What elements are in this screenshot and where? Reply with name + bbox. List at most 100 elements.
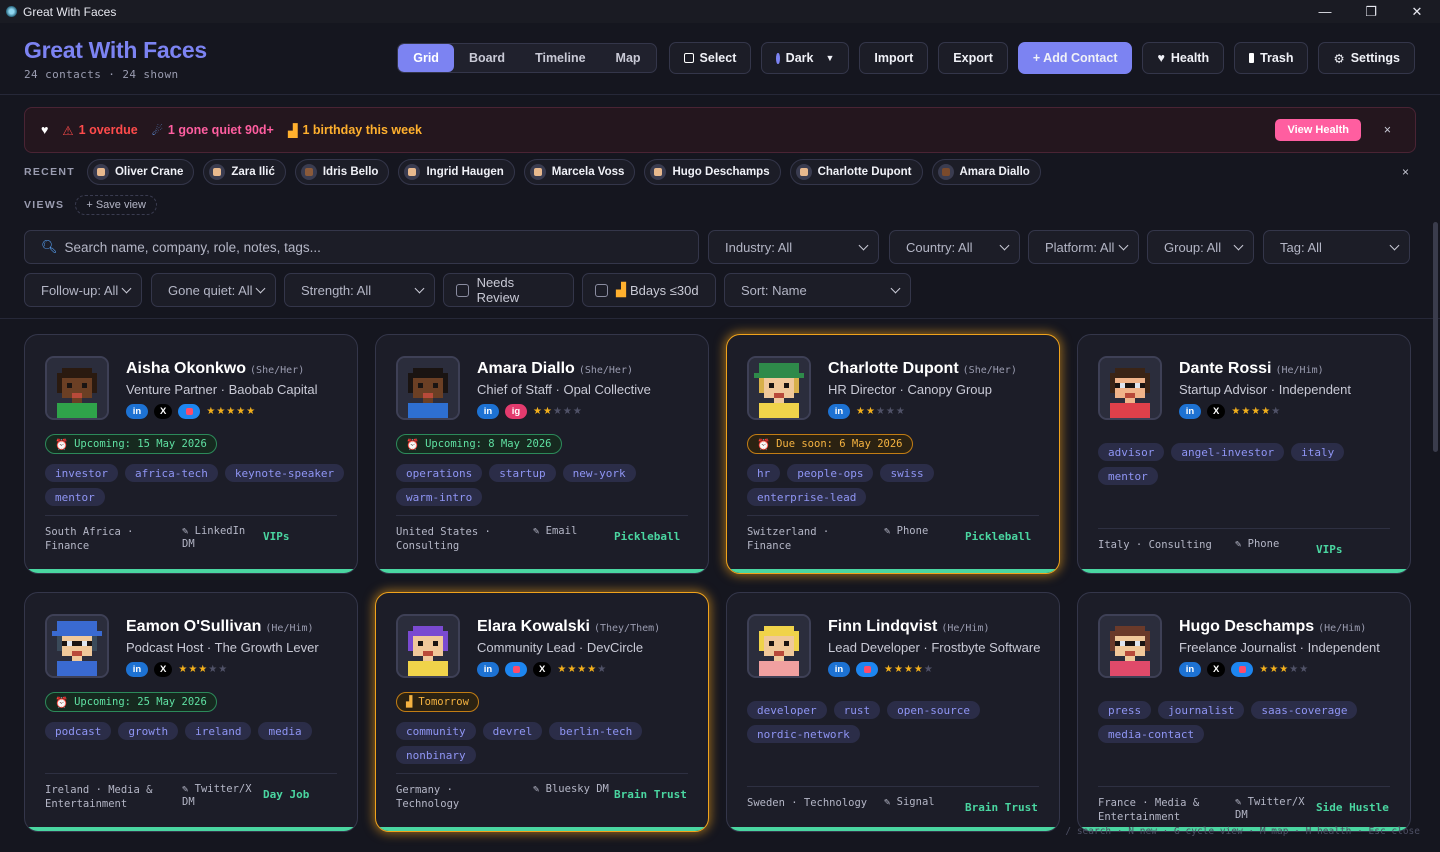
sort-select[interactable]: Sort: Name — [724, 273, 911, 307]
ig-social-icon[interactable]: ig — [505, 404, 527, 419]
tag-chip[interactable]: investor — [45, 464, 118, 482]
save-view-button[interactable]: + Save view — [75, 195, 157, 215]
tag-chip[interactable]: angel-investor — [1171, 443, 1285, 461]
recent-chip[interactable]: Charlotte Dupont — [789, 159, 923, 185]
contact-name[interactable]: Dante Rossi (He/Him) — [1179, 360, 1324, 378]
tag-chip[interactable]: italy — [1291, 443, 1345, 461]
in-social-icon[interactable]: in — [828, 404, 850, 419]
contact-card[interactable]: Hugo Deschamps (He/Him) Freelance Journal… — [1077, 592, 1411, 832]
tab-grid[interactable]: Grid — [398, 44, 454, 72]
tag-chip[interactable]: ireland — [185, 722, 252, 740]
recent-chip[interactable]: Ingrid Haugen — [398, 159, 515, 185]
bs-social-icon[interactable] — [1231, 662, 1254, 677]
contact-name[interactable]: Charlotte Dupont (She/Her) — [828, 360, 1017, 378]
contact-card[interactable]: Aisha Okonkwo (She/Her) Venture Partner ·… — [24, 334, 358, 574]
in-social-icon[interactable]: in — [1179, 404, 1201, 419]
tag-chip[interactable]: operations — [396, 464, 483, 482]
add-contact-button[interactable]: + Add Contact — [1017, 42, 1133, 74]
tag-chip[interactable]: startup — [489, 464, 556, 482]
contact-name[interactable]: Finn Lindqvist (He/Him) — [828, 618, 990, 636]
tag-filter[interactable]: Tag: All — [1263, 230, 1410, 264]
bs-social-icon[interactable] — [505, 662, 527, 677]
tag-chip[interactable]: mentor — [45, 488, 105, 506]
contact-card[interactable]: Eamon O'Sullivan (He/Him) Podcast Host · … — [24, 592, 358, 832]
followup-filter[interactable]: Follow-up: All — [24, 273, 142, 307]
bs-social-icon[interactable] — [856, 662, 878, 677]
birthday-alert[interactable]: ▟ 1 birthday this week — [288, 123, 422, 138]
x-social-icon[interactable]: X — [154, 404, 173, 419]
tag-chip[interactable]: nordic-network — [747, 725, 860, 743]
tab-map[interactable]: Map — [601, 44, 656, 72]
tag-chip[interactable]: press — [1098, 701, 1152, 719]
contact-name[interactable]: Hugo Deschamps (He/Him) — [1179, 618, 1366, 636]
export-button[interactable]: Export — [938, 42, 1008, 74]
contact-name[interactable]: Amara Diallo (She/Her) — [477, 360, 633, 378]
recent-chip[interactable]: Marcela Voss — [523, 159, 636, 185]
close-window-button[interactable]: ✕ — [1394, 0, 1440, 23]
tag-chip[interactable]: open-source — [887, 701, 980, 719]
in-social-icon[interactable]: in — [1179, 662, 1201, 677]
tag-chip[interactable]: berlin-tech — [549, 722, 643, 740]
contact-card[interactable]: Dante Rossi (He/Him) Startup Advisor · In… — [1077, 334, 1411, 574]
tag-chip[interactable]: mentor — [1098, 467, 1158, 485]
tag-chip[interactable]: people-ops — [787, 464, 874, 482]
maximize-button[interactable]: ❐ — [1348, 0, 1394, 23]
bs-social-icon[interactable] — [178, 404, 201, 419]
trash-button[interactable]: Trash — [1234, 42, 1309, 74]
x-social-icon[interactable]: X — [1207, 404, 1226, 419]
theme-dropdown[interactable]: Dark ▼ — [761, 42, 850, 74]
tag-chip[interactable]: community — [396, 722, 476, 740]
tag-chip[interactable]: saas-coverage — [1251, 701, 1358, 719]
group-filter[interactable]: Group: All — [1147, 230, 1254, 264]
contact-card[interactable]: Amara Diallo (She/Her) Chief of Staff · O… — [375, 334, 709, 574]
in-social-icon[interactable]: in — [477, 404, 499, 419]
strength-filter[interactable]: Strength: All — [284, 273, 435, 307]
import-button[interactable]: Import — [859, 42, 929, 74]
in-social-icon[interactable]: in — [828, 662, 850, 677]
tag-chip[interactable]: media — [258, 722, 312, 740]
close-recent-icon[interactable]: × — [1402, 165, 1409, 179]
platform-filter[interactable]: Platform: All — [1028, 230, 1139, 264]
x-social-icon[interactable]: X — [533, 662, 552, 677]
in-social-icon[interactable]: in — [126, 404, 148, 419]
tag-chip[interactable]: africa-tech — [124, 464, 218, 482]
tab-timeline[interactable]: Timeline — [520, 44, 600, 72]
tag-chip[interactable]: warm-intro — [396, 488, 483, 506]
contact-name[interactable]: Eamon O'Sullivan (He/Him) — [126, 618, 314, 636]
birthdays-toggle[interactable]: ▟ Bdays ≤30d — [582, 273, 716, 307]
tag-chip[interactable]: hr — [747, 464, 781, 482]
contact-name[interactable]: Elara Kowalski (They/Them) — [477, 618, 660, 636]
recent-chip[interactable]: Oliver Crane — [86, 159, 195, 185]
tag-chip[interactable]: podcast — [45, 722, 112, 740]
contact-card[interactable]: Elara Kowalski (They/Them) Community Lead… — [375, 592, 709, 832]
search-input[interactable]: 🔍︎ Search name, company, role, notes, ta… — [24, 230, 699, 264]
select-button[interactable]: Select — [668, 42, 752, 74]
tag-chip[interactable]: advisor — [1098, 443, 1165, 461]
recent-chip[interactable]: Zara Ilić — [203, 159, 286, 185]
tag-chip[interactable]: rust — [833, 701, 881, 719]
recent-chip[interactable]: Idris Bello — [294, 159, 390, 185]
settings-button[interactable]: ⚙ Settings — [1318, 42, 1415, 74]
contact-card[interactable]: Finn Lindqvist (He/Him) Lead Developer · … — [726, 592, 1060, 832]
view-health-button[interactable]: View Health — [1275, 119, 1361, 141]
recent-chip[interactable]: Hugo Deschamps — [644, 159, 781, 185]
in-social-icon[interactable]: in — [477, 662, 499, 677]
tag-chip[interactable]: swiss — [880, 464, 934, 482]
tag-chip[interactable]: devrel — [482, 722, 543, 740]
overdue-alert[interactable]: ⚠ 1 overdue — [62, 123, 137, 138]
tab-board[interactable]: Board — [454, 44, 520, 72]
minimize-button[interactable]: — — [1302, 0, 1348, 23]
tag-chip[interactable]: growth — [118, 722, 179, 740]
in-social-icon[interactable]: in — [126, 662, 148, 677]
needs-review-toggle[interactable]: Needs Review — [443, 273, 574, 307]
scrollbar[interactable] — [1433, 222, 1438, 452]
tag-chip[interactable]: nonbinary — [396, 746, 476, 764]
tag-chip[interactable]: journalist — [1158, 701, 1245, 719]
industry-filter[interactable]: Industry: All — [708, 230, 879, 264]
tag-chip[interactable]: keynote-speaker — [224, 464, 345, 482]
tag-chip[interactable]: enterprise-lead — [747, 488, 867, 506]
x-social-icon[interactable]: X — [154, 662, 173, 677]
tag-chip[interactable]: developer — [747, 701, 827, 719]
tag-chip[interactable]: new-york — [562, 464, 636, 482]
tag-chip[interactable]: media-contact — [1098, 725, 1205, 743]
